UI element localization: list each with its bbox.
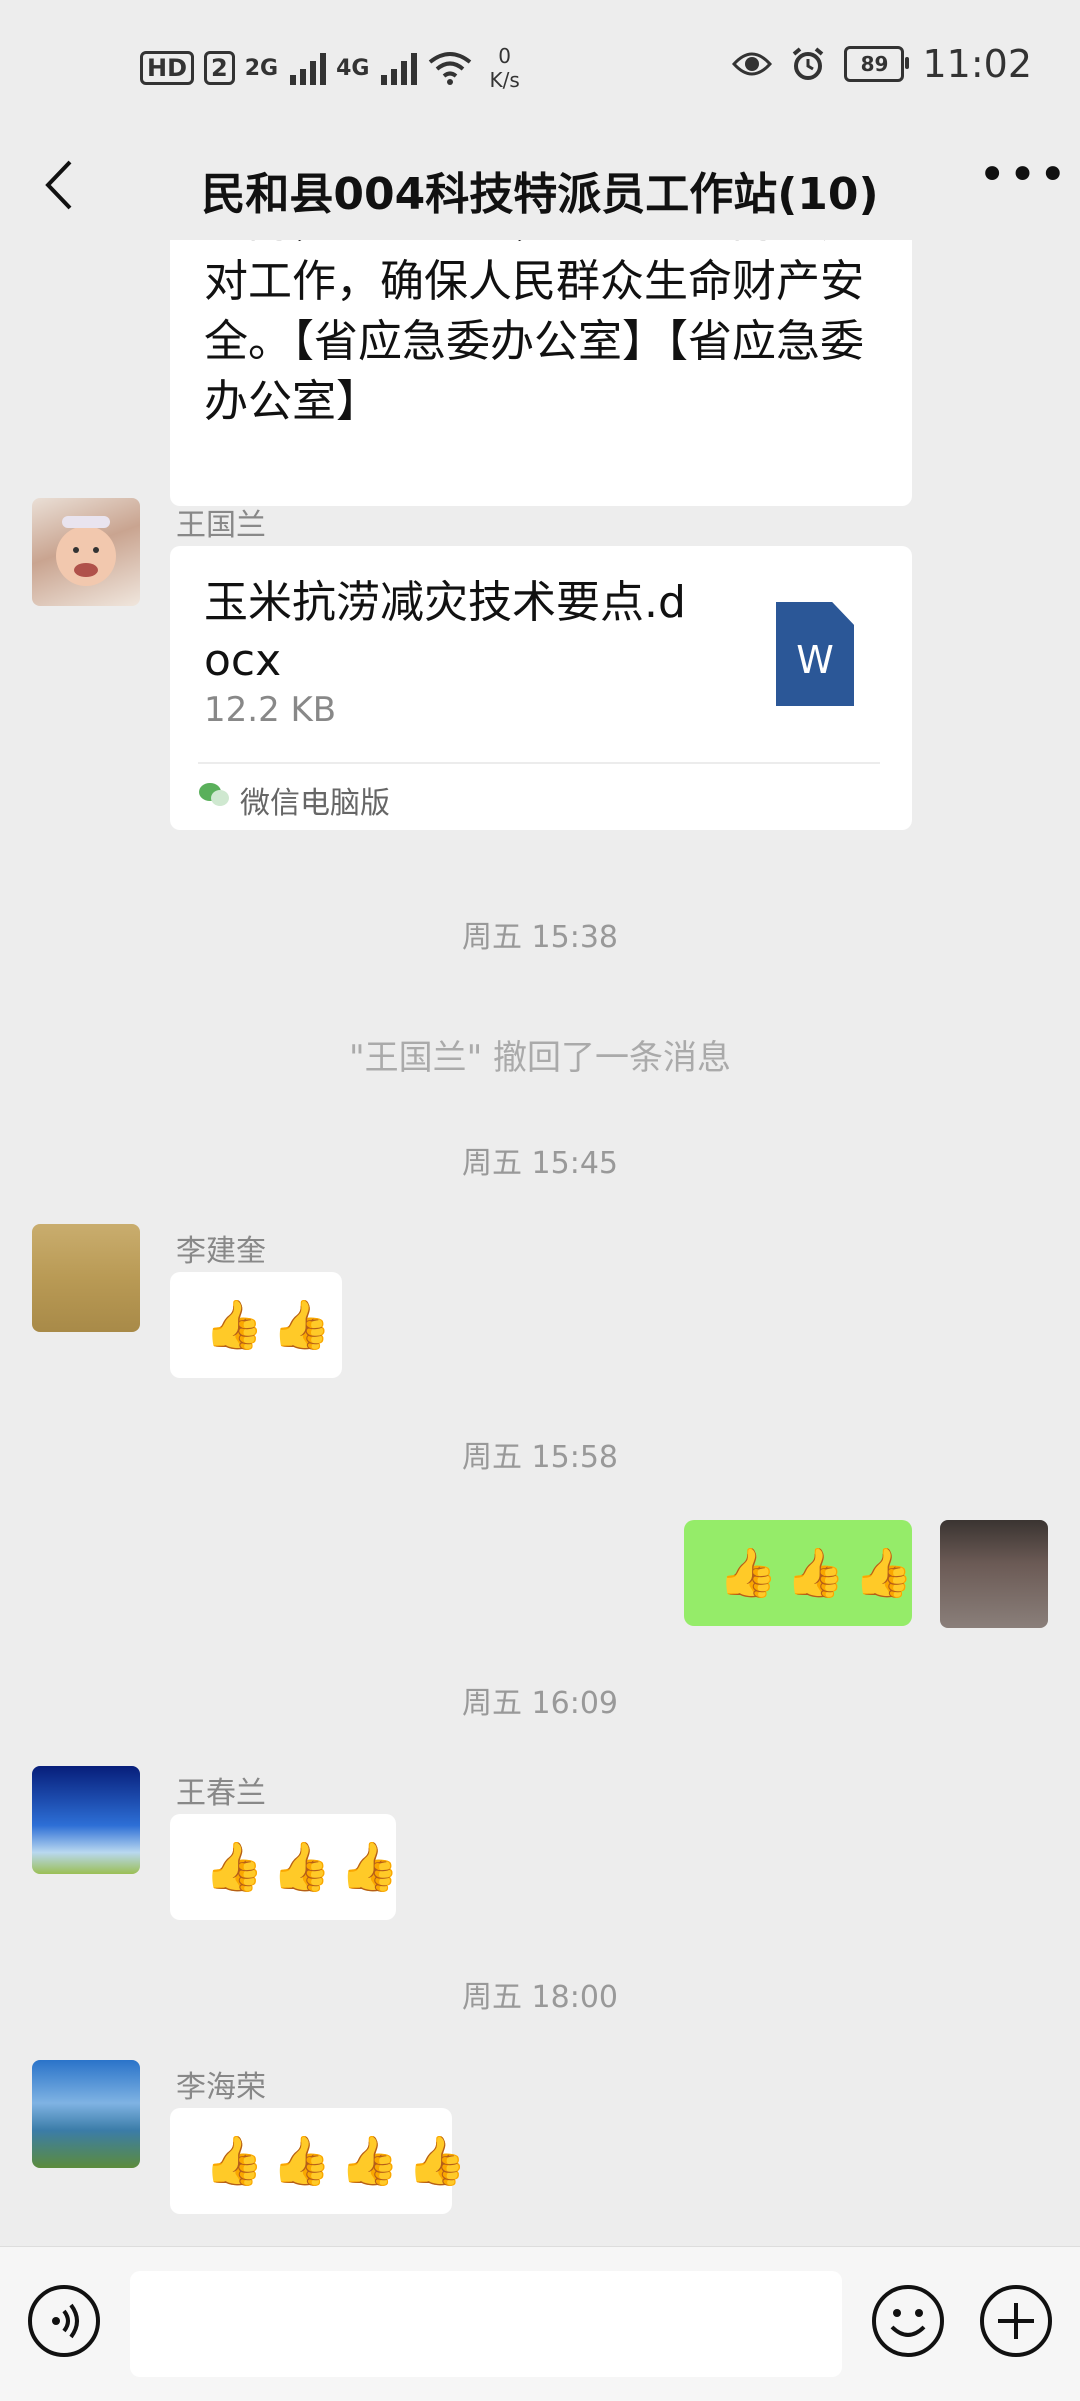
recall-notice: "王国兰" 撤回了一条消息 [348, 1038, 732, 1078]
thumbs-up-emoji: 👍 [339, 1839, 400, 1895]
file-source-label: 微信电脑版 [240, 786, 390, 821]
thumbs-up-emoji: 👍 [271, 2133, 332, 2189]
plus-button[interactable] [978, 2283, 1054, 2359]
hd-badge: HD [140, 51, 195, 85]
avatar[interactable] [32, 1766, 140, 1874]
own-message-bubble[interactable]: 👍 👍 👍 [684, 1520, 914, 1626]
thumbs-up-emoji: 👍 [853, 1545, 914, 1601]
avatar[interactable] [32, 2060, 140, 2168]
speed-unit: K/s [489, 68, 520, 92]
avatar[interactable] [32, 1224, 140, 1332]
sender-name: 王春兰 [176, 1776, 266, 1811]
chat-messages[interactable]: 预防，压实责任，切实做好防范应对工作，确保人民群众生命财产安全。【省应急委办公室… [0, 240, 1080, 2246]
signal-bars-icon [290, 51, 327, 85]
wifi-icon [429, 52, 472, 85]
alarm-icon [793, 47, 824, 80]
status-left: HD 2 2G 4G 0 K/s [140, 44, 520, 92]
sender-name: 王国兰 [176, 508, 266, 543]
message-bubble[interactable]: 👍 👍 👍 👍 [170, 2108, 467, 2214]
more-button[interactable]: ••• [978, 151, 1067, 210]
signal-2g-label: 2G [244, 55, 279, 81]
sim-badge: 2 [204, 51, 235, 85]
emoji-row: 👍 👍 👍 👍 [170, 2108, 467, 2214]
thumbs-up-emoji: 👍 [271, 1297, 332, 1353]
thumbs-up-emoji: 👍 [718, 1545, 778, 1601]
timestamp: 周五 15:45 [462, 1146, 618, 1181]
emoji-button[interactable] [870, 2283, 946, 2359]
input-bar [0, 2246, 1080, 2401]
timestamp: 周五 15:38 [462, 920, 618, 955]
status-right: 89 11:02 [732, 42, 1032, 86]
plus-icon [980, 2285, 1052, 2357]
back-arrow-icon [45, 160, 72, 210]
word-file-icon: W [776, 602, 854, 706]
message-input[interactable] [130, 2271, 842, 2377]
timestamp: 周五 18:00 [462, 1980, 618, 2015]
avatar[interactable] [32, 498, 140, 606]
battery-icon: 89 [844, 46, 910, 82]
message-bubble[interactable]: 预防，压实责任，切实做好防范应对工作，确保人民群众生命财产安全。【省应急委办公室… [170, 240, 912, 506]
thumbs-up-emoji: 👍 [204, 1297, 264, 1353]
emoji-row: 👍 👍 [170, 1272, 342, 1378]
sender-name: 李海荣 [176, 2070, 266, 2105]
divider [198, 762, 880, 764]
signal-bars-icon [381, 51, 418, 85]
word-file-icon-letter: W [796, 638, 834, 682]
voice-icon [52, 2303, 79, 2339]
emoji-row: 👍 👍 👍 [684, 1520, 914, 1626]
message-text: 预防，压实责任，切实做好防范应对工作，确保人民群众生命财产安全。【省应急委办公室… [204, 240, 864, 427]
file-message-card[interactable]: 玉米抗涝减灾技术要点.docx 12.2 KB W 微信电脑版 [170, 546, 912, 830]
speed-value: 0 [498, 44, 511, 68]
back-button[interactable] [30, 152, 90, 218]
message-bubble[interactable]: 👍 👍 👍 [170, 1814, 399, 1920]
thumbs-up-emoji: 👍 [407, 2133, 468, 2189]
more-icon: ••• [978, 147, 1069, 203]
emoji-row: 👍 👍 👍 [170, 1814, 399, 1920]
chat-header: 民和县004科技特派员工作站(10) ••• [0, 130, 1080, 240]
emoji-icon [872, 2285, 944, 2357]
own-avatar[interactable] [940, 1520, 1048, 1628]
thumbs-up-emoji: 👍 [785, 1545, 846, 1601]
timestamp: 周五 16:09 [462, 1686, 618, 1721]
signal-4g-label: 4G [336, 55, 370, 81]
file-name: 玉米抗涝减灾技术要点.docx [204, 577, 686, 686]
timestamp: 周五 15:58 [462, 1440, 618, 1475]
network-speed: 0 K/s [489, 44, 519, 92]
chat-title: 民和县004科技特派员工作站(10) [201, 169, 879, 220]
thumbs-up-emoji: 👍 [204, 2133, 264, 2189]
thumbs-up-emoji: 👍 [271, 1839, 332, 1895]
sender-name: 李建奎 [176, 1234, 266, 1269]
voice-button[interactable] [28, 2285, 100, 2357]
thumbs-up-emoji: 👍 [339, 2133, 400, 2189]
status-bar: HD 2 2G 4G 0 K/s 89 11:02 [0, 0, 1080, 130]
eye-icon [732, 52, 773, 76]
message-bubble[interactable]: 👍 👍 [170, 1272, 342, 1378]
clock-time: 11:02 [922, 42, 1032, 86]
thumbs-up-emoji: 👍 [204, 1839, 264, 1895]
wechat-icon [199, 783, 229, 806]
file-size: 12.2 KB [204, 690, 337, 730]
